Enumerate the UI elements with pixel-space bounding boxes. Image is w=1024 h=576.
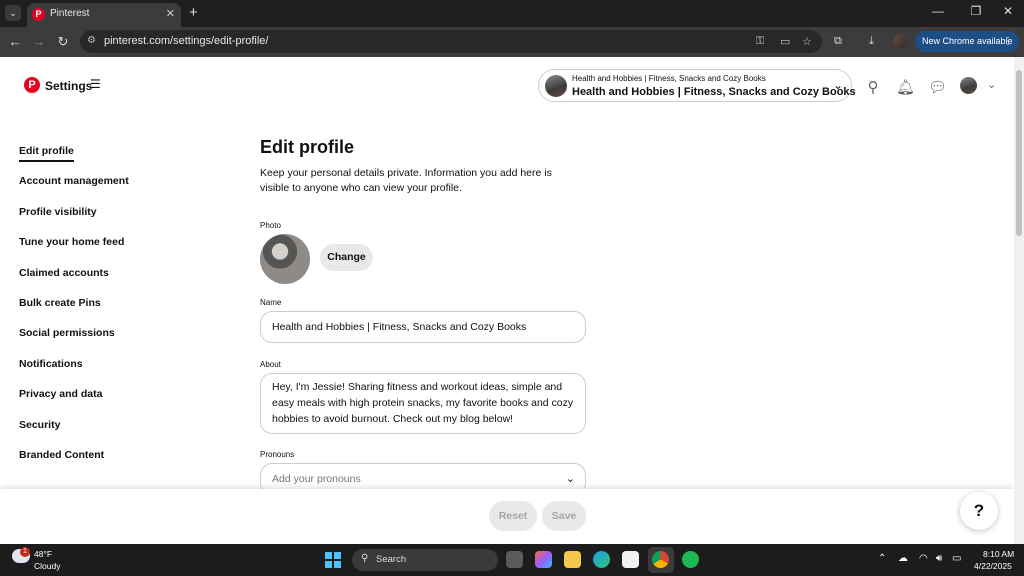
key-icon[interactable]: ⚿	[756, 35, 764, 48]
sidebar-item-security[interactable]: Security	[19, 419, 219, 449]
forward-icon[interactable]: →	[32, 34, 46, 49]
pinterest-logo-icon[interactable]: P	[24, 77, 40, 93]
browser-tab[interactable]: P Pinterest ✕	[27, 3, 181, 27]
restore-icon[interactable]: ❐	[966, 4, 986, 18]
account-name: Health and Hobbies | Fitness, Snacks and…	[572, 86, 856, 98]
about-label: About	[260, 360, 281, 369]
name-input[interactable]: Health and Hobbies | Fitness, Snacks and…	[260, 311, 586, 343]
profile-avatar[interactable]	[893, 34, 908, 49]
page-title: Edit profile	[260, 137, 354, 157]
window-close-icon[interactable]: ✕	[998, 4, 1018, 18]
search-icon: ⚲	[361, 553, 369, 564]
sidebar-item-bulk-create-pins[interactable]: Bulk create Pins	[19, 297, 219, 327]
windows-taskbar: 1 48°F Cloudy ⚲ Search ⌃ ☁ ◠ 🔊︎ ▭ 8:10 A…	[0, 544, 1024, 576]
sidebar-item-privacy-data[interactable]: Privacy and data	[19, 388, 219, 418]
settings-sidebar: Edit profile Account management Profile …	[19, 145, 219, 479]
messages-icon[interactable]: 💬︎	[928, 78, 947, 96]
chevron-down-icon[interactable]: ⌄	[833, 78, 843, 92]
battery-icon[interactable]: ▭	[952, 553, 961, 564]
tab-search-icon[interactable]: ⌄	[5, 5, 21, 21]
change-photo-button[interactable]: Change	[320, 244, 373, 271]
windows-start-icon[interactable]	[325, 552, 341, 568]
minimize-icon[interactable]: —	[928, 4, 948, 18]
clock-date[interactable]: 4/22/2025	[974, 561, 1012, 571]
photo-label: Photo	[260, 221, 281, 230]
notifications-bell-icon[interactable]: 🔔︎	[896, 78, 915, 96]
more-icon[interactable]: ⋮	[1003, 31, 1013, 52]
chrome-icon[interactable]	[652, 551, 669, 568]
wifi-icon[interactable]: ◠	[919, 553, 928, 564]
back-icon[interactable]: ←	[8, 34, 22, 49]
clock-time[interactable]: 8:10 AM	[983, 549, 1014, 559]
account-subtitle: Health and Hobbies | Fitness, Snacks and…	[572, 74, 766, 83]
name-label: Name	[260, 298, 282, 307]
pinterest-favicon-icon: P	[32, 8, 45, 21]
onedrive-cloud-icon[interactable]: ☁	[898, 553, 908, 564]
weather-alert-badge: 1	[20, 547, 30, 557]
taskbar-search-label: Search	[376, 554, 407, 565]
copilot-icon[interactable]	[535, 551, 552, 568]
page-scrollbar[interactable]	[1014, 57, 1024, 544]
page-description: Keep your personal details private. Info…	[260, 167, 552, 194]
pronouns-placeholder: Add your pronouns	[272, 473, 361, 485]
cast-icon[interactable]: ▭	[780, 35, 790, 48]
sidebar-item-notifications[interactable]: Notifications	[19, 358, 219, 388]
save-button[interactable]: Save	[542, 501, 586, 531]
page-content: P Settings ☰ Health and Hobbies | Fitnes…	[0, 57, 1024, 544]
chevron-down-icon[interactable]: ⌄	[987, 78, 996, 91]
scrollbar-thumb[interactable]	[1016, 70, 1022, 236]
pronouns-label: Pronouns	[260, 450, 295, 459]
account-avatar	[545, 75, 567, 97]
browser-toolbar: ← → ↻ ⚙ pinterest.com/settings/edit-prof…	[0, 27, 1024, 57]
file-explorer-icon[interactable]	[564, 551, 581, 568]
address-bar[interactable]: ⚙ pinterest.com/settings/edit-profile/ ⚿…	[80, 30, 822, 53]
form-action-bar: Reset Save ?	[0, 489, 1014, 544]
profile-photo	[260, 234, 310, 284]
weather-temperature[interactable]: 48°F	[34, 549, 52, 559]
tab-title: Pinterest	[50, 8, 90, 19]
sidebar-item-profile-visibility[interactable]: Profile visibility	[19, 206, 219, 236]
weather-condition[interactable]: Cloudy	[34, 561, 60, 571]
star-icon[interactable]: ☆	[802, 35, 812, 48]
site-info-icon[interactable]: ⚙	[87, 35, 96, 46]
sidebar-item-account-management[interactable]: Account management	[19, 175, 219, 205]
menu-icon[interactable]: ☰	[90, 77, 101, 91]
settings-title[interactable]: Settings	[45, 79, 92, 93]
url-text[interactable]: pinterest.com/settings/edit-profile/	[104, 35, 268, 47]
spotify-icon[interactable]	[682, 551, 699, 568]
close-icon[interactable]: ✕	[166, 7, 175, 20]
about-textarea[interactable]: Hey, I'm Jessie! Sharing fitness and wor…	[260, 373, 586, 434]
sidebar-item-claimed-accounts[interactable]: Claimed accounts	[19, 267, 219, 297]
help-button[interactable]: ?	[960, 492, 998, 530]
edit-profile-form: Edit profile Keep your personal details …	[260, 137, 590, 495]
extensions-icon[interactable]: ⧉	[834, 35, 842, 48]
edge-icon[interactable]	[593, 551, 610, 568]
sidebar-item-tune-home-feed[interactable]: Tune your home feed	[19, 236, 219, 266]
taskbar-search-box[interactable]: ⚲ Search	[352, 549, 498, 571]
download-icon[interactable]: ⤓	[869, 35, 874, 48]
reload-icon[interactable]: ↻	[56, 34, 70, 50]
sidebar-item-edit-profile[interactable]: Edit profile	[19, 145, 219, 175]
new-chrome-available-button[interactable]: New Chrome available ⋮	[915, 31, 1019, 52]
update-label: New Chrome available	[922, 36, 1013, 46]
reset-button[interactable]: Reset	[489, 501, 537, 531]
new-tab-plus-icon[interactable]: +	[189, 4, 198, 21]
sidebar-item-branded-content[interactable]: Branded Content	[19, 449, 219, 479]
show-hidden-icons-chevron-icon[interactable]: ⌃	[878, 553, 886, 564]
user-avatar[interactable]	[960, 77, 977, 94]
task-view-icon[interactable]	[506, 551, 523, 568]
search-icon[interactable]: ⚲	[864, 78, 882, 96]
account-switcher[interactable]: Health and Hobbies | Fitness, Snacks and…	[538, 69, 856, 102]
browser-tab-strip: ⌄ P Pinterest ✕ + — ❐ ✕	[0, 0, 1024, 27]
microsoft-store-icon[interactable]	[622, 551, 639, 568]
volume-icon[interactable]: 🔊︎	[936, 553, 942, 564]
sidebar-item-social-permissions[interactable]: Social permissions	[19, 327, 219, 357]
